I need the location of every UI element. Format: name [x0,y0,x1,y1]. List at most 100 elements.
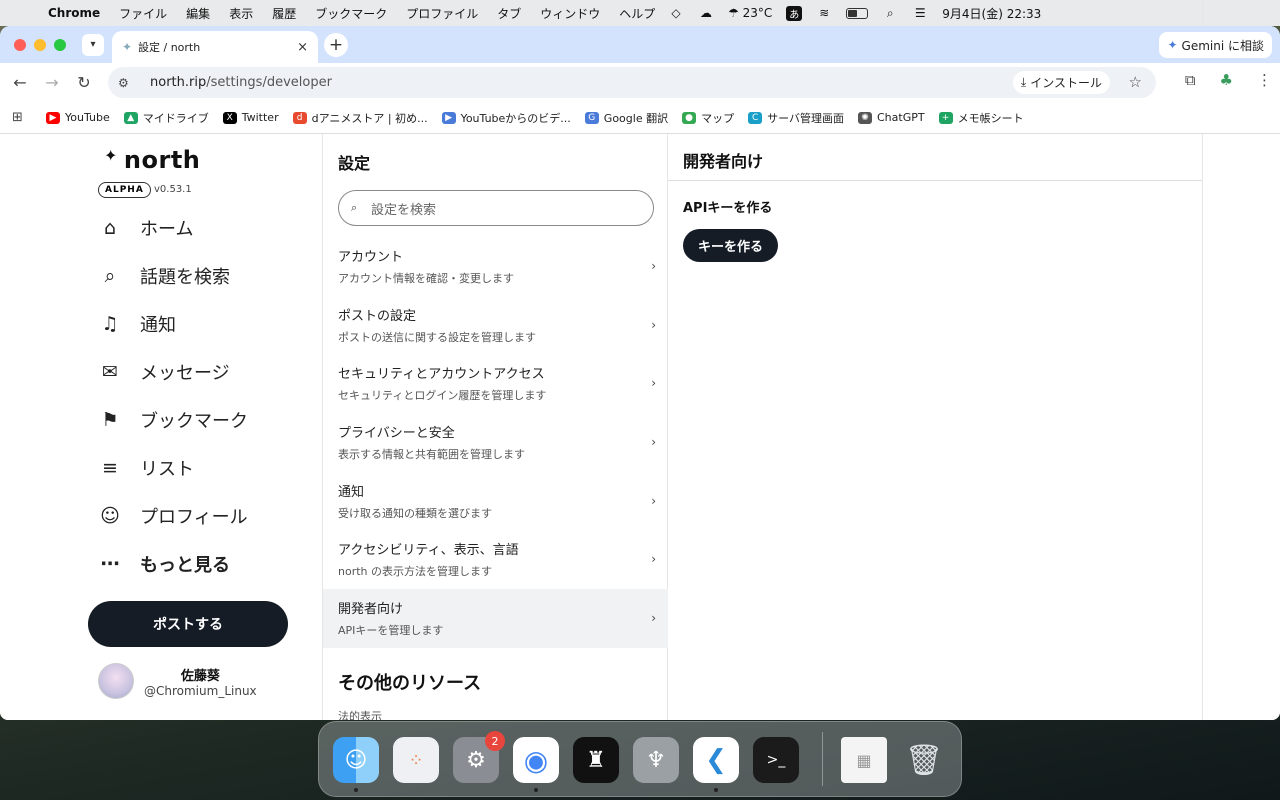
zip-archive-icon[interactable]: ▦ [841,737,887,783]
google-drive-icon: ▲ [123,111,138,124]
gemini-button[interactable]: ✦ Gemini に相談 [1159,32,1272,58]
bookmark-server-admin[interactable]: C サーバ管理画面 [748,110,844,126]
nav-home[interactable]: ⌂ ホーム [98,204,248,252]
clock[interactable]: 9月4日(金) 22:33 [942,5,1041,22]
tab-search-button[interactable]: ▾ [82,33,104,56]
notification-badge: 2 [485,731,505,751]
server-icon: C [748,111,763,124]
input-mode-indicator[interactable]: あ [786,5,803,21]
tree-app-icon[interactable]: ♆ [633,737,679,783]
post-button[interactable]: ポストする [88,601,288,647]
chess-app-icon[interactable]: ♜ [573,737,619,783]
settings-item-security[interactable]: セキュリティとアカウントアクセス セキュリティとログイン履歴を管理します › [323,354,668,413]
nav-bookmarks[interactable]: ⚑ ブックマーク [98,396,248,444]
bookmark-my-drive[interactable]: ▲ マイドライブ [123,110,209,126]
bookmark-danime[interactable]: d dアニメストア | 初め... [292,110,428,126]
forward-button[interactable]: → [36,73,68,92]
danime-icon: d [292,111,307,124]
logo-text: north [123,146,201,174]
other-resources-heading: その他のリソース [338,673,482,694]
nav-notifications[interactable]: ♫ 通知 [98,300,248,348]
apps-grid-icon[interactable]: ⊞ [12,110,28,125]
bookmark-youtube[interactable]: ▶ YouTube [46,111,110,124]
bookmark-star-icon[interactable]: ☆ [1129,73,1142,91]
diamond-icon[interactable]: ◇ [668,6,684,20]
chevron-right-icon: › [651,317,656,332]
nav-lists[interactable]: ≡ リスト [98,444,248,492]
weather-status[interactable]: ☂ 23°C [728,6,772,20]
nav-profile[interactable]: ☺ プロフィール [98,492,248,540]
create-key-button[interactable]: キーを作る [683,229,778,262]
browser-window: ▾ ✦ 設定 / north × + ✦ Gemini に相談 ← → ↻ ⚙ … [0,26,1280,720]
settings-item-privacy[interactable]: プライバシーと安全 表示する情報と共有範囲を管理します › [323,413,668,472]
version-label: v0.53.1 [154,184,192,195]
bookmark-google-translate[interactable]: G Google 翻訳 [584,110,668,126]
bookmark-chatgpt[interactable]: ✺ ChatGPT [857,111,925,124]
more-menu-icon[interactable]: ⋮ [1257,71,1272,89]
menu-file[interactable]: ファイル [119,5,167,22]
bookmark-youtube-video[interactable]: ▶ YouTubeからのビデ... [441,110,571,126]
cloud-sync-icon[interactable]: ☁ [698,6,714,20]
north-logo[interactable]: ✦ north [104,146,200,174]
url-text[interactable]: north.rip/settings/developer [150,75,332,90]
menu-view[interactable]: 表示 [229,5,253,22]
nav-messages[interactable]: ✉ メッセージ [98,348,248,396]
menu-bookmarks[interactable]: ブックマーク [315,5,387,22]
settings-item-title: ポストの設定 [338,308,417,324]
settings-item-post[interactable]: ポストの設定 ポストの送信に関する設定を管理します › [323,296,668,355]
close-window-button[interactable] [14,38,26,51]
vscode-icon[interactable]: ❮ [693,737,739,783]
spotlight-search-icon[interactable]: ⌕ [882,6,898,21]
youtube-icon: ▶ [46,111,60,124]
install-app-button[interactable]: ⤓ インストール [1012,71,1110,94]
bookmark-memo-sheet[interactable]: + メモ帳シート [938,110,1024,126]
home-icon: ⌂ [103,217,117,239]
bookmark-maps[interactable]: ● マップ [682,110,734,126]
menu-window[interactable]: ウィンドウ [540,5,600,22]
new-tab-button[interactable]: + [324,33,348,57]
back-button[interactable]: ← [4,73,36,92]
settings-search-input[interactable]: ⌕ 設定を検索 [338,190,654,226]
settings-item-developer[interactable]: 開発者向け APIキーを管理します › [323,589,668,648]
settings-item-account[interactable]: アカウント アカウント情報を確認・変更します › [323,237,668,296]
bookmark-twitter[interactable]: X Twitter [222,111,279,124]
trash-icon[interactable]: 🗑 [901,737,947,783]
menu-edit[interactable]: 編集 [186,5,210,22]
control-center-icon[interactable]: ☰ [912,6,928,20]
menu-help[interactable]: ヘルプ [619,5,655,22]
close-tab-icon[interactable]: × [297,40,308,55]
menu-profiles[interactable]: プロファイル [406,5,478,22]
site-info-icon[interactable]: ⚙ [118,76,138,90]
tab-settings-north[interactable]: ✦ 設定 / north × [112,31,318,63]
menu-tab[interactable]: タブ [497,5,521,22]
create-api-key-heading: APIキーを作る [683,201,773,216]
terminal-icon[interactable]: >_ [753,737,799,783]
nav-label: 通知 [140,315,176,336]
nav-more[interactable]: ⋯ もっと見る [98,540,248,588]
system-settings-icon[interactable]: ⚙ 2 [453,731,505,783]
menu-app-name[interactable]: Chrome [48,6,100,20]
chrome-icon[interactable]: ◉ [513,737,559,783]
profile-avatar-icon[interactable]: ♣ [1220,71,1233,89]
legal-link[interactable]: 法的表示 [338,708,382,720]
finder-icon[interactable]: ☺ [333,737,379,783]
extensions-icon[interactable]: ⧉ [1185,71,1196,89]
bookmark-label: dアニメストア | 初め... [311,111,428,125]
wifi-icon[interactable]: ≋ [816,6,832,20]
url-path: /settings/developer [206,75,332,90]
sparkle-icon: ✦ [104,146,118,165]
install-icon: ⤓ [1020,75,1027,89]
person-icon: ☺ [100,505,120,527]
minimize-window-button[interactable] [34,38,46,51]
account-switcher[interactable]: 佐藤葵 @Chromium_Linux [98,663,257,699]
menu-history[interactable]: 履歴 [272,5,296,22]
settings-item-title: セキュリティとアカウントアクセス [338,367,545,383]
reload-button[interactable]: ↻ [68,73,100,92]
settings-item-notifications[interactable]: 通知 受け取る通知の種類を選びます › [323,472,668,531]
zoom-window-button[interactable] [54,38,66,51]
battery-icon[interactable] [846,7,869,19]
settings-item-accessibility[interactable]: アクセシビリティ、表示、言語 north の表示方法を管理します › [323,530,668,589]
nav-explore[interactable]: ⌕ 話題を検索 [98,252,248,300]
launchpad-icon[interactable]: ⁘ [393,737,439,783]
address-bar[interactable]: ⚙ north.rip/settings/developer ⤓ インストール … [108,67,1156,98]
